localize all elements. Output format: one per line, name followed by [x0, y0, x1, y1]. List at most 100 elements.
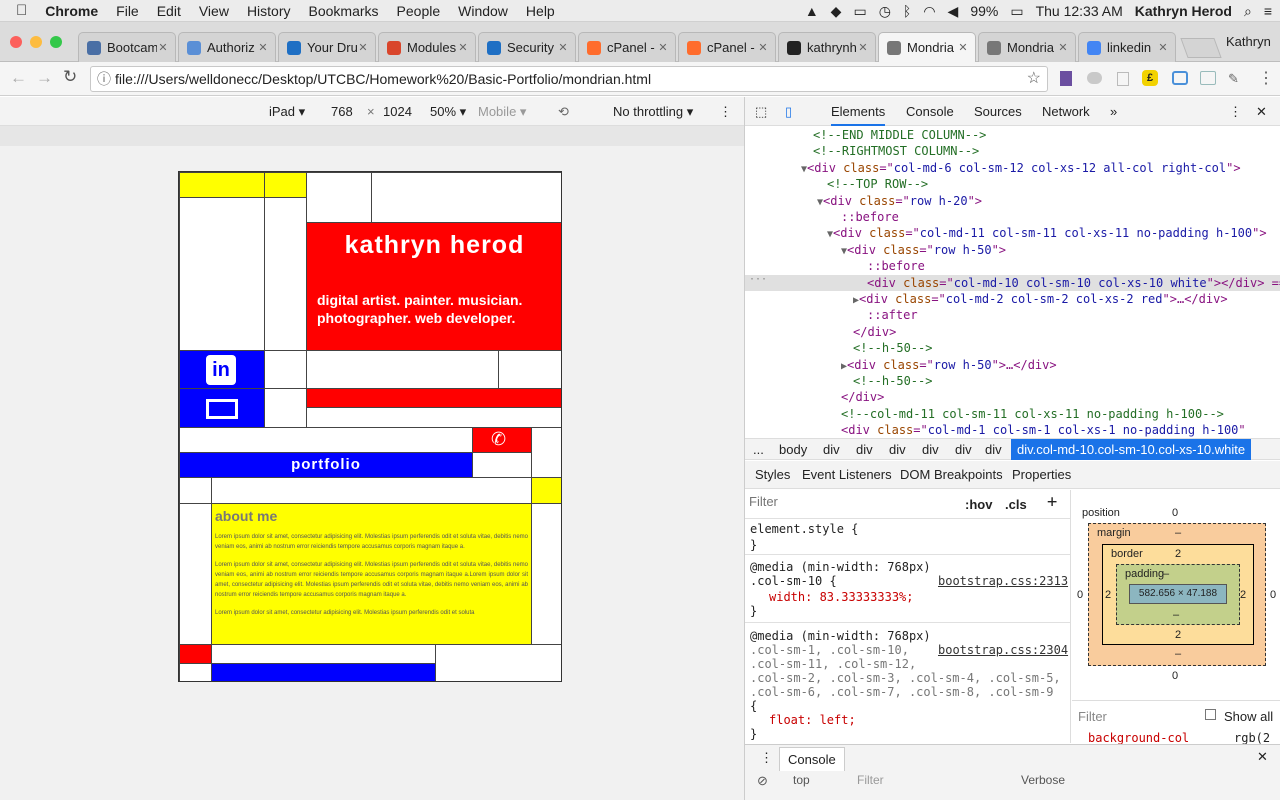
dom-node-line[interactable]: </div>: [745, 389, 1280, 405]
dom-node-line[interactable]: <div class="col-md-10 col-sm-10 col-xs-1…: [745, 274, 1280, 291]
breadcrumb-item[interactable]: body: [779, 442, 807, 457]
breadcrumb-item[interactable]: div: [856, 442, 873, 457]
close-tab-icon[interactable]: ✕: [1157, 41, 1169, 54]
timemachine-icon[interactable]: ◷: [879, 3, 891, 20]
drawer-close-icon[interactable]: ✕: [1257, 749, 1268, 765]
email-link[interactable]: [179, 388, 265, 428]
dom-node-line[interactable]: <!--TOP ROW-->: [745, 176, 1280, 192]
dom-node-line[interactable]: ▼<div class="col-md-6 col-sm-12 col-xs-1…: [745, 160, 1280, 176]
dom-class-value[interactable]: col-md-1 col-sm-1 col-xs-1 no-padding h-…: [928, 423, 1239, 437]
cls-toggle[interactable]: .cls: [1005, 498, 1027, 512]
node-actions-icon[interactable]: ···: [749, 274, 767, 285]
breadcrumb-item[interactable]: div: [922, 442, 939, 457]
show-all-label[interactable]: Show all: [1224, 709, 1273, 724]
bluetooth-icon[interactable]: ᛒ: [903, 3, 911, 19]
tab-console[interactable]: Console: [906, 104, 954, 119]
console-drawer-tab[interactable]: Console: [779, 747, 845, 771]
close-tab-icon[interactable]: ✕: [657, 41, 669, 54]
wifi-icon[interactable]: ◠: [923, 3, 935, 20]
dom-node-line[interactable]: ▼<div class="row h-50">: [745, 242, 1280, 258]
style-source-link[interactable]: bootstrap.css:2313: [938, 574, 1068, 588]
battery-percent[interactable]: 99%: [970, 3, 998, 19]
tab-sources[interactable]: Sources: [974, 104, 1022, 119]
tab-properties[interactable]: Properties: [1012, 467, 1071, 482]
dom-node-line[interactable]: ▼<div class="col-md-11 col-sm-11 col-xs-…: [745, 225, 1280, 241]
dom-node-line[interactable]: ▶<div class="col-md-2 col-sm-2 col-xs-2 …: [745, 291, 1280, 307]
close-tab-icon[interactable]: ✕: [757, 41, 769, 54]
tab-dom-breakpoints[interactable]: DOM Breakpoints: [900, 467, 1003, 482]
breadcrumb-item[interactable]: div: [823, 442, 840, 457]
style-line[interactable]: .col-sm-2, .col-sm-3, .col-sm-4, .col-sm…: [750, 671, 1061, 685]
device-more-icon[interactable]: ⋮: [719, 104, 732, 120]
new-tab-button[interactable]: [1180, 38, 1222, 58]
menu-window[interactable]: Window: [449, 3, 517, 19]
extension-2-icon[interactable]: [1087, 72, 1102, 84]
dropbox-icon[interactable]: ◆: [831, 3, 842, 20]
extension-4-icon[interactable]: £: [1142, 70, 1158, 86]
dom-node-line[interactable]: ▶<div class="row h-50">…</div>: [745, 357, 1280, 373]
extension-3-icon[interactable]: [1117, 72, 1129, 86]
computed-prop-value[interactable]: rgb(2: [1234, 731, 1270, 745]
close-tab-icon[interactable]: ✕: [357, 41, 369, 54]
device-toggle-icon[interactable]: ▯: [785, 104, 792, 120]
browser-tab[interactable]: Security ✕: [478, 32, 576, 62]
style-source-link[interactable]: bootstrap.css:2304: [938, 643, 1068, 657]
linkedin-link[interactable]: in: [179, 350, 265, 389]
zoom-window-button[interactable]: [50, 36, 62, 48]
dom-class-value[interactable]: row h-50: [934, 358, 992, 372]
apple-icon[interactable]: : [0, 2, 36, 19]
computed-filter-input[interactable]: Filter: [1078, 709, 1107, 724]
page-info-icon[interactable]: ⓘ: [97, 67, 111, 91]
styles-filter-input[interactable]: [749, 494, 949, 509]
menu-app-name[interactable]: Chrome: [36, 3, 107, 19]
style-line[interactable]: .col-sm-10 {: [750, 574, 837, 588]
dom-class-value[interactable]: col-md-6 col-sm-12 col-xs-12 all-col rig…: [894, 161, 1226, 175]
bookmark-star-icon[interactable]: ☆: [1027, 67, 1041, 91]
browser-tab[interactable]: Your Dru ✕: [278, 32, 376, 62]
browser-tab[interactable]: Modules ✕: [378, 32, 476, 62]
throttle-select[interactable]: No throttling ▾: [613, 104, 693, 120]
style-line[interactable]: element.style {: [750, 522, 858, 536]
user-name[interactable]: Kathryn Herod: [1135, 3, 1232, 19]
dom-node-line[interactable]: <!--END MIDDLE COLUMN-->: [745, 127, 1280, 143]
close-tab-icon[interactable]: ✕: [857, 41, 869, 54]
spotlight-icon[interactable]: ⌕: [1244, 3, 1252, 20]
battery-icon[interactable]: ▭: [1010, 3, 1023, 20]
browser-tab[interactable]: linkedin ✕: [1078, 32, 1176, 62]
extension-1-icon[interactable]: [1060, 71, 1072, 86]
menu-view[interactable]: View: [190, 3, 238, 19]
add-rule-icon[interactable]: +: [1047, 494, 1057, 511]
tab-elements[interactable]: Elements: [831, 104, 886, 126]
browser-tab[interactable]: Mondria ✕: [978, 32, 1076, 62]
breadcrumb-item[interactable]: div: [955, 442, 972, 457]
dom-class-value[interactable]: col-md-11 col-sm-11 col-xs-11 no-padding…: [920, 226, 1252, 240]
close-window-button[interactable]: [10, 36, 22, 48]
device-height-input[interactable]: 1024: [383, 104, 412, 119]
dom-node-line[interactable]: ::before: [745, 209, 1280, 225]
extension-6-icon[interactable]: [1200, 71, 1216, 85]
menu-file[interactable]: File: [107, 3, 148, 19]
close-tab-icon[interactable]: ✕: [1057, 41, 1069, 54]
style-declaration[interactable]: width: 83.33333333%;: [769, 590, 914, 604]
style-line[interactable]: .col-sm-11, .col-sm-12,: [750, 657, 916, 671]
close-tab-icon[interactable]: ✕: [557, 41, 569, 54]
show-all-checkbox[interactable]: [1205, 709, 1216, 720]
computed-prop-name[interactable]: background-col: [1088, 731, 1189, 745]
clear-console-icon[interactable]: ⊘: [757, 773, 768, 789]
breadcrumb-selected[interactable]: div.col-md-10.col-sm-10.col-xs-10.white: [1011, 439, 1252, 460]
console-filter-input[interactable]: Filter: [857, 773, 884, 787]
hov-toggle[interactable]: :hov: [965, 498, 992, 512]
drawer-menu-icon[interactable]: ⋮: [760, 750, 773, 766]
dom-node-line[interactable]: ▼<div class="row h-20">: [745, 193, 1280, 209]
phone-link[interactable]: ✆: [472, 427, 532, 453]
profile-button[interactable]: Kathryn: [1226, 34, 1271, 49]
menu-bookmarks[interactable]: Bookmarks: [300, 3, 388, 19]
back-icon[interactable]: ←: [10, 68, 27, 88]
dom-class-value[interactable]: row h-20: [910, 194, 968, 208]
close-tab-icon[interactable]: ✕: [457, 41, 469, 54]
drive-icon[interactable]: ▲: [805, 3, 819, 19]
forward-icon[interactable]: →: [36, 68, 53, 88]
menu-edit[interactable]: Edit: [148, 3, 190, 19]
device-width-input[interactable]: 768: [331, 104, 353, 119]
browser-tab[interactable]: Bootcam ✕: [78, 32, 176, 62]
